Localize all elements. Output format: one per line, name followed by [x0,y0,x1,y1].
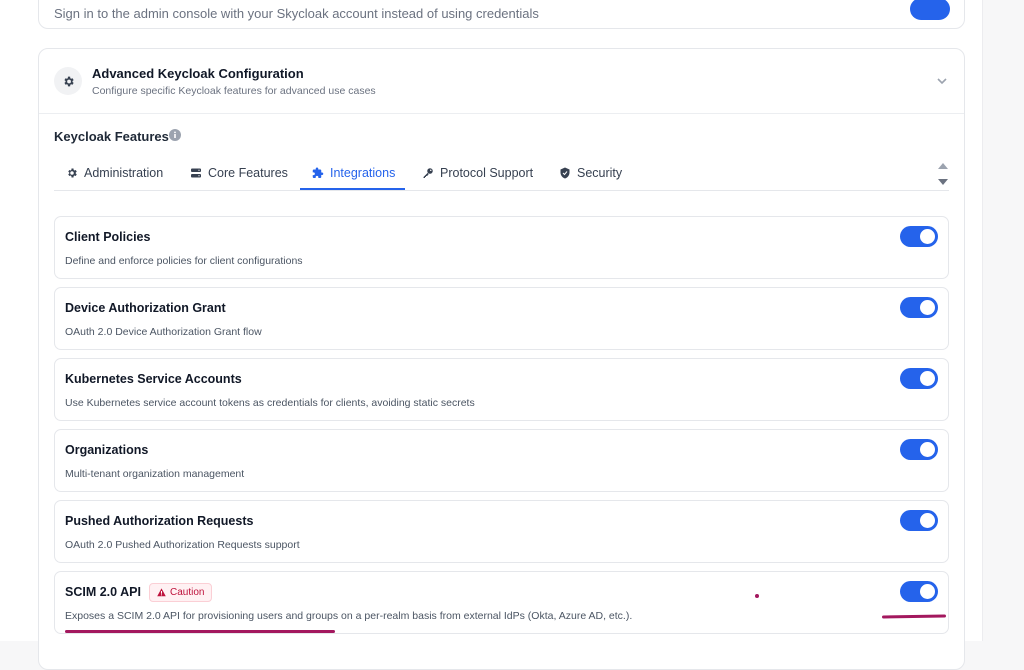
page-column: Sign in to the admin console with your S… [0,0,983,670]
feature-description: Define and enforce policies for client c… [65,255,303,267]
feature-description: Exposes a SCIM 2.0 API for provisioning … [65,610,633,622]
feature-toggle[interactable] [900,226,938,247]
tab-security[interactable]: Security [559,157,622,189]
warning-icon [157,588,166,597]
toggle-knob [920,300,935,315]
toggle-knob [920,513,935,528]
tab-label: Administration [84,166,164,180]
advanced-config-header[interactable]: Advanced Keycloak Configuration Configur… [39,49,964,114]
advanced-config-subtitle: Configure specific Keycloak features for… [92,85,376,97]
badge-label: Caution [170,587,205,598]
annotation-dot [755,594,759,598]
feature-title: Client Policies [65,230,151,244]
feature-toggle[interactable] [900,510,938,531]
feature-toggle[interactable] [900,581,938,602]
toggle-knob [920,584,935,599]
feature-row-organizations: Organizations Multi-tenant organization … [54,429,949,492]
annotation-underline-description [65,630,335,633]
tab-scroll-arrows-icon[interactable] [936,159,950,189]
shield-icon [560,167,570,179]
server-icon [191,168,201,178]
gear-icon [54,67,82,95]
feature-title: Kubernetes Service Accounts [65,372,242,386]
feature-row-kubernetes-service-accounts: Kubernetes Service Accounts Use Kubernet… [54,358,949,421]
feature-title: SCIM 2.0 API [65,585,141,599]
keycloak-features-label: Keycloak Features [54,129,169,144]
tab-label: Core Features [208,166,288,180]
gear-icon [68,168,77,178]
toggle-knob [920,371,935,386]
tab-core-features[interactable]: Core Features [190,157,288,189]
feature-toggle[interactable] [900,439,938,460]
key-icon [423,168,433,178]
tab-administration[interactable]: Administration [66,157,163,189]
caution-badge: Caution [149,583,213,602]
feature-title: Organizations [65,443,149,457]
advanced-config-title: Advanced Keycloak Configuration [92,66,304,81]
tab-label: Protocol Support [440,166,534,180]
feature-tabs: Administration Core Features Integration… [54,157,949,191]
info-icon[interactable] [169,129,181,141]
feature-description: Multi-tenant organization management [65,468,245,480]
tab-label: Security [577,166,623,180]
feature-description: OAuth 2.0 Device Authorization Grant flo… [65,326,262,338]
feature-row-device-authorization-grant: Device Authorization Grant OAuth 2.0 Dev… [54,287,949,350]
feature-description: OAuth 2.0 Pushed Authorization Requests … [65,539,300,551]
tab-protocol-support[interactable]: Protocol Support [422,157,533,189]
advanced-config-card: Advanced Keycloak Configuration Configur… [38,48,965,670]
feature-row-pushed-authorization-requests: Pushed Authorization Requests OAuth 2.0 … [54,500,949,563]
feature-row-client-policies: Client Policies Define and enforce polic… [54,216,949,279]
toggle-knob [920,229,935,244]
tab-label: Integrations [330,165,396,180]
feature-toggle[interactable] [900,297,938,318]
toggle-knob [920,442,935,457]
feature-title: Device Authorization Grant [65,301,226,315]
feature-row-scim-api: SCIM 2.0 API Caution Exposes a SCIM 2.0 … [54,571,949,634]
feature-description: Use Kubernetes service account tokens as… [65,397,475,409]
feature-toggle[interactable] [900,368,938,389]
chevron-down-icon[interactable] [936,75,948,87]
puzzle-icon [312,167,324,178]
admin-signin-toggle[interactable] [910,0,950,20]
admin-signin-subtitle: Sign in to the admin console with your S… [54,6,539,21]
tab-integrations[interactable]: Integrations [300,157,406,190]
admin-signin-card: Sign in to the admin console with your S… [38,0,965,29]
feature-title: Pushed Authorization Requests [65,514,254,528]
